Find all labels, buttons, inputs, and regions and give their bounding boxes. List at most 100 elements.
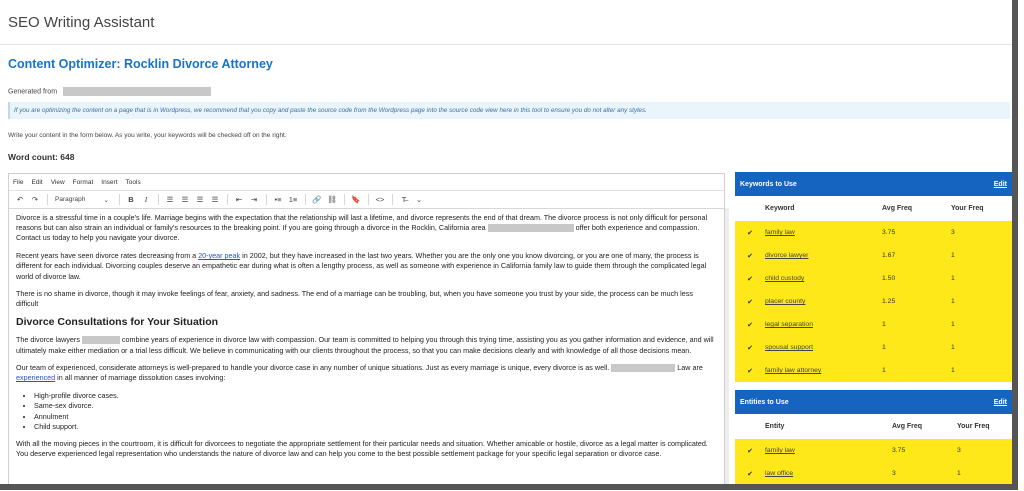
chevron-down-icon[interactable]: ⌄ bbox=[412, 195, 426, 204]
list-item: Same-sex divorce. bbox=[34, 401, 717, 411]
list-item: Child support. bbox=[34, 422, 717, 432]
menu-format[interactable]: Format bbox=[73, 179, 94, 186]
content-heading: Divorce Consultations for Your Situation bbox=[16, 316, 219, 329]
check-icon: ✔ bbox=[747, 447, 753, 455]
avg-freq: 1.25 bbox=[882, 298, 896, 305]
align-left-icon[interactable]: ☰ bbox=[163, 195, 177, 204]
column-entity: Entity bbox=[765, 423, 785, 430]
list-item: Annulment bbox=[34, 412, 717, 422]
unlink-icon[interactable]: ⛓ bbox=[325, 195, 339, 204]
paragraph: Divorce is a stressful time in a couple'… bbox=[16, 213, 717, 244]
editor-toolbar: ↶ ↷ Paragraph ⌄ B I ☰ ☰ ☰ ☰ ⇤ ⇥ •≡ 1≡ 🔗 … bbox=[9, 190, 724, 209]
keywords-edit-link[interactable]: Edit bbox=[994, 181, 1007, 188]
keyword-row: ✔ child custody 1.50 1 bbox=[735, 267, 1012, 290]
paragraph-text: combine years of experience in divorce l… bbox=[16, 335, 714, 355]
toolbar-divider bbox=[227, 194, 228, 205]
your-freq: 1 bbox=[957, 470, 961, 477]
redacted-text bbox=[487, 224, 574, 233]
paragraph-text: Law are bbox=[677, 363, 703, 373]
avg-freq: 1.50 bbox=[882, 275, 896, 282]
keyword-link[interactable]: family law attorney bbox=[765, 367, 821, 374]
toolbar-divider bbox=[392, 194, 393, 205]
keywords-column-headers: Keyword Avg Freq Your Freq bbox=[735, 196, 1012, 221]
avg-freq: 1.67 bbox=[882, 252, 896, 259]
check-icon: ✔ bbox=[747, 367, 753, 375]
app-title: SEO Writing Assistant bbox=[8, 14, 155, 31]
avg-freq: 1 bbox=[882, 321, 886, 328]
avg-freq: 3.75 bbox=[892, 447, 906, 454]
align-right-icon[interactable]: ☰ bbox=[193, 195, 207, 204]
keywords-panel: Keywords to Use Edit Keyword Avg Freq Yo… bbox=[735, 172, 1012, 382]
keyword-row: ✔ family law attorney 1 1 bbox=[735, 359, 1012, 382]
numbered-list-icon[interactable]: 1≡ bbox=[286, 195, 300, 204]
keyword-link[interactable]: child custody bbox=[765, 275, 804, 282]
keyword-link[interactable]: family law bbox=[765, 229, 795, 236]
chevron-down-icon: ⌄ bbox=[103, 196, 109, 204]
your-freq: 1 bbox=[951, 298, 955, 305]
keyword-link[interactable]: divorce lawyer bbox=[765, 252, 808, 259]
toolbar-divider bbox=[158, 194, 159, 205]
check-icon: ✔ bbox=[747, 275, 753, 283]
entities-edit-link[interactable]: Edit bbox=[994, 399, 1007, 406]
check-icon: ✔ bbox=[747, 229, 753, 237]
menu-edit[interactable]: Edit bbox=[31, 179, 42, 186]
paragraph-text: Recent years have seen divorce rates dec… bbox=[16, 251, 197, 261]
your-freq: 1 bbox=[951, 321, 955, 328]
align-center-icon[interactable]: ☰ bbox=[178, 195, 192, 204]
peak-link[interactable]: 20-year peak bbox=[198, 251, 240, 260]
paragraph-text: in all manner of marriage dissolution ca… bbox=[57, 373, 226, 383]
keywords-panel-title: Keywords to Use bbox=[740, 180, 797, 188]
paragraph: The divorce lawyers combine years of exp… bbox=[16, 335, 717, 355]
column-your-freq: Your Freq bbox=[951, 205, 984, 212]
toolbar-divider bbox=[47, 194, 48, 205]
keyword-link[interactable]: legal separation bbox=[765, 321, 813, 328]
toolbar-divider bbox=[344, 194, 345, 205]
rich-text-editor[interactable]: File Edit View Format Insert Tools ↶ ↷ P… bbox=[8, 173, 725, 484]
paragraph-text: Our team of experienced, considerate att… bbox=[16, 363, 610, 373]
editor-menubar: File Edit View Format Insert Tools bbox=[9, 174, 724, 190]
outdent-icon[interactable]: ⇤ bbox=[232, 195, 246, 204]
link-icon[interactable]: 🔗 bbox=[310, 195, 324, 204]
paragraph: With all the moving pieces in the courtr… bbox=[16, 438, 708, 459]
paragraph: Recent years have seen divorce rates dec… bbox=[16, 251, 717, 282]
info-banner: If you are optimizing the content on a p… bbox=[8, 102, 1010, 119]
word-count: Word count: 648 bbox=[8, 152, 75, 162]
list-item: High-profile divorce cases. bbox=[34, 391, 717, 401]
avg-freq: 3 bbox=[892, 470, 896, 477]
experienced-link[interactable]: experienced bbox=[16, 373, 55, 382]
menu-insert[interactable]: Insert bbox=[101, 179, 117, 186]
menu-tools[interactable]: Tools bbox=[126, 179, 141, 186]
editor-scrollbar[interactable] bbox=[725, 208, 729, 484]
generated-from: Generated from bbox=[8, 87, 212, 96]
avg-freq: 1 bbox=[882, 344, 886, 351]
entity-row: ✔ law office 3 1 bbox=[735, 462, 1012, 484]
your-freq: 1 bbox=[951, 367, 955, 374]
avg-freq: 1 bbox=[882, 367, 886, 374]
italic-icon[interactable]: I bbox=[139, 195, 153, 204]
entities-column-headers: Entity Avg Freq Your Freq bbox=[735, 414, 1012, 439]
bookmark-icon[interactable]: 🔖 bbox=[349, 195, 363, 204]
case-list: High-profile divorce cases. Same-sex div… bbox=[16, 391, 717, 432]
your-freq: 1 bbox=[951, 275, 955, 282]
align-justify-icon[interactable]: ☰ bbox=[208, 195, 222, 204]
menu-file[interactable]: File bbox=[13, 179, 23, 186]
editor-content[interactable]: Divorce is a stressful time in a couple'… bbox=[9, 209, 724, 459]
source-code-icon[interactable]: <> bbox=[373, 195, 387, 204]
paragraph: Our team of experienced, considerate att… bbox=[16, 363, 717, 383]
keyword-row: ✔ divorce lawyer 1.67 1 bbox=[735, 244, 1012, 267]
bold-icon[interactable]: B bbox=[124, 195, 138, 204]
undo-icon[interactable]: ↶ bbox=[13, 195, 27, 204]
check-icon: ✔ bbox=[747, 252, 753, 260]
keyword-link[interactable]: placer county bbox=[765, 298, 805, 305]
keyword-link[interactable]: spousal support bbox=[765, 344, 813, 351]
entity-link[interactable]: family law bbox=[765, 447, 795, 454]
indent-icon[interactable]: ⇥ bbox=[247, 195, 261, 204]
redo-icon[interactable]: ↷ bbox=[28, 195, 42, 204]
clear-format-icon[interactable]: T̶ bbox=[397, 195, 411, 204]
menu-view[interactable]: View bbox=[51, 179, 65, 186]
paragraph-text: The divorce lawyers bbox=[16, 335, 80, 345]
entity-link[interactable]: law office bbox=[765, 470, 793, 477]
bullet-list-icon[interactable]: •≡ bbox=[271, 195, 285, 204]
format-select[interactable]: Paragraph ⌄ bbox=[52, 194, 112, 205]
column-avg-freq: Avg Freq bbox=[892, 423, 923, 430]
